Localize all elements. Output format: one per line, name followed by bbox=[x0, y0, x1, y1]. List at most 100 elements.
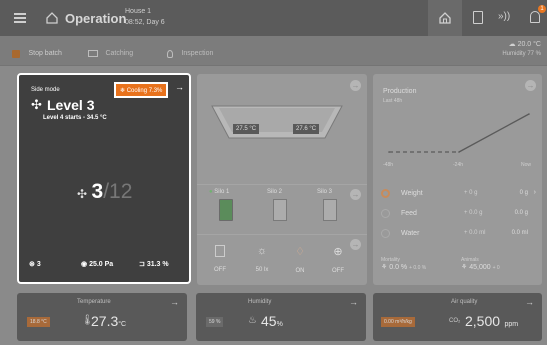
weight-row[interactable]: Weight + 0 g 0 g › bbox=[381, 187, 536, 203]
arrow-icon[interactable]: → bbox=[525, 80, 536, 91]
stop-batch-button[interactable]: Stop batch bbox=[12, 45, 62, 58]
chart-point-1 bbox=[388, 151, 390, 153]
bell-icon[interactable] bbox=[530, 11, 540, 23]
animals-icon: ⚘ bbox=[461, 264, 468, 271]
co2-prefix: CO₂ bbox=[449, 318, 461, 324]
air-quality-label: Air quality bbox=[451, 299, 478, 305]
fans-total-value: /12 bbox=[103, 180, 133, 203]
humidity-number: 45 bbox=[261, 313, 277, 329]
action-bar: Stop batch Catching Inspection ☁ 20.0 °C… bbox=[0, 36, 547, 66]
water-radio[interactable] bbox=[381, 229, 390, 238]
light-value: 50 lx bbox=[255, 267, 269, 273]
arrow-icon[interactable]: → bbox=[349, 297, 358, 307]
house-illustration bbox=[211, 105, 343, 139]
feed-label: Feed bbox=[401, 210, 417, 217]
silo-1-label: Silo 1 bbox=[214, 189, 230, 195]
temperature-unit: °C bbox=[118, 321, 127, 328]
temperature-value: 27.3°C bbox=[91, 313, 126, 331]
production-card[interactable]: → Production Last 48h -48h -24h Now Weig… bbox=[373, 74, 542, 285]
controls-arrow-icon[interactable]: → bbox=[350, 239, 361, 250]
x-label-3: Now bbox=[521, 162, 532, 168]
home-nav-icon bbox=[439, 12, 451, 24]
temperature-card[interactable]: Temperature → 18.8 °C 🌡︎ 27.3°C bbox=[17, 293, 187, 341]
water-value: 0.0 ml bbox=[511, 230, 528, 236]
humidity-value: 45% bbox=[261, 313, 283, 331]
air-quality-number: 2,500 bbox=[465, 313, 501, 329]
menu-icon[interactable] bbox=[14, 13, 26, 23]
feed-radio[interactable] bbox=[381, 209, 390, 218]
air-quality-unit: ppm bbox=[504, 321, 519, 328]
arrow-icon[interactable]: → bbox=[170, 297, 179, 307]
silo-1[interactable]: ● Silo 1 bbox=[209, 189, 249, 221]
feed-value: 0.0 g bbox=[514, 210, 528, 216]
silo-status-dot: ● bbox=[209, 189, 213, 195]
x-label-1: -48h bbox=[383, 162, 394, 168]
arrow-icon[interactable]: → bbox=[350, 80, 361, 91]
control-misc[interactable]: ⊕ OFF bbox=[325, 245, 351, 274]
stat-fans-value: 3 bbox=[36, 261, 41, 268]
temp-right-badge: 27.6 °C bbox=[293, 124, 320, 134]
top-bar: Operation House 1 08:52, Day 6 »)) 1 bbox=[0, 0, 547, 36]
water-drop-icon: ♢ bbox=[295, 246, 305, 258]
production-subtitle: Last 48h bbox=[383, 98, 403, 104]
feed-row[interactable]: Feed + 0.0 g 0.0 g bbox=[381, 207, 536, 223]
silo-2-label: Silo 2 bbox=[267, 189, 283, 195]
light-icon: ☼ bbox=[256, 245, 268, 257]
water-delta: + 0.0 ml bbox=[464, 230, 486, 236]
misc-icon: ⊕ bbox=[333, 246, 343, 258]
fan-icon: ✣ bbox=[31, 97, 42, 112]
cooling-badge[interactable]: ❄ Cooling 7.3% bbox=[114, 82, 169, 98]
bulb-icon bbox=[167, 49, 173, 58]
silo-2[interactable]: Silo 2 bbox=[267, 189, 307, 221]
animals-block[interactable]: Animals ⚘ 45,000 + 0 bbox=[461, 257, 536, 271]
mortality-block[interactable]: Mortality ⚘ 0.0 % + 0.0 % bbox=[381, 257, 456, 271]
mortality-icon: ⚘ bbox=[381, 264, 388, 271]
control-heater[interactable]: OFF bbox=[207, 245, 233, 273]
arrow-icon[interactable]: → bbox=[175, 82, 184, 92]
air-quality-card[interactable]: Air quality → 0.00 m³/h/kg CO₂ 2,500 ppm bbox=[373, 293, 542, 341]
report-nav-icon[interactable] bbox=[473, 11, 483, 24]
inspection-button[interactable]: Inspection bbox=[167, 45, 213, 63]
control-water[interactable]: ♢ ON bbox=[287, 245, 313, 274]
arrow-icon[interactable]: → bbox=[525, 297, 534, 307]
stat-opening: ⊐ 31.3 % bbox=[139, 260, 169, 268]
side-mode-card[interactable]: Side mode ❄ Cooling 7.3% → ✣ Level 3 Lev… bbox=[17, 73, 191, 284]
silos-row: ● Silo 1 Silo 2 Silo 3 → bbox=[197, 184, 367, 232]
outside-temperature-value: 20.0 °C bbox=[517, 41, 541, 48]
side-mode-label: Side mode bbox=[31, 87, 60, 93]
temp-left-badge: 27.5 °C bbox=[233, 124, 260, 134]
humidity-unit: % bbox=[276, 321, 283, 328]
stat-fans: ⊛ 3 bbox=[29, 260, 41, 268]
outside-humidity: Humidity 77 % bbox=[502, 51, 541, 57]
silo-1-icon bbox=[219, 199, 233, 221]
feed-delta: + 0.0 g bbox=[464, 210, 483, 216]
snowflake-icon: ❄ bbox=[120, 88, 126, 94]
outside-temperature: ☁ 20.0 °C bbox=[509, 40, 541, 48]
fans-counter: ✣ 3/12 bbox=[77, 180, 132, 204]
opening-icon: ⊐ bbox=[139, 261, 145, 268]
catching-button[interactable]: Catching bbox=[88, 45, 133, 63]
controls-row: OFF ☼ 50 lx ♢ ON ⊕ OFF → bbox=[197, 234, 367, 282]
water-row[interactable]: Water + 0.0 ml 0.0 ml bbox=[381, 227, 536, 243]
weight-radio[interactable] bbox=[381, 189, 390, 198]
x-label-2: -24h bbox=[453, 162, 464, 168]
stop-icon bbox=[12, 49, 20, 58]
nav-home-tab[interactable] bbox=[428, 0, 462, 36]
house-overview-card[interactable]: → 27.5 °C 27.6 °C ● Silo 1 Silo 2 Silo 3… bbox=[197, 74, 367, 285]
fan-small-icon: ✣ bbox=[77, 187, 88, 201]
chart-point-3 bbox=[528, 113, 530, 115]
signal-nav-icon[interactable]: »)) bbox=[498, 11, 510, 22]
heater-value: OFF bbox=[214, 267, 226, 273]
house-name: House 1 bbox=[125, 8, 152, 15]
production-chart bbox=[388, 113, 530, 153]
production-title: Production bbox=[383, 88, 417, 95]
air-quality-value: 2,500 ppm bbox=[465, 313, 518, 331]
silo-arrow-icon[interactable]: → bbox=[350, 189, 361, 200]
control-light[interactable]: ☼ 50 lx bbox=[249, 245, 275, 273]
house-time: 08:52, Day 6 bbox=[125, 19, 165, 26]
humidity-label: Humidity bbox=[248, 299, 272, 305]
humidity-card[interactable]: Humidity → 59 % ♨ 45% bbox=[196, 293, 366, 341]
animals-value: 45,000 bbox=[469, 264, 491, 271]
stop-batch-label: Stop batch bbox=[28, 50, 62, 58]
catching-icon bbox=[88, 50, 98, 58]
